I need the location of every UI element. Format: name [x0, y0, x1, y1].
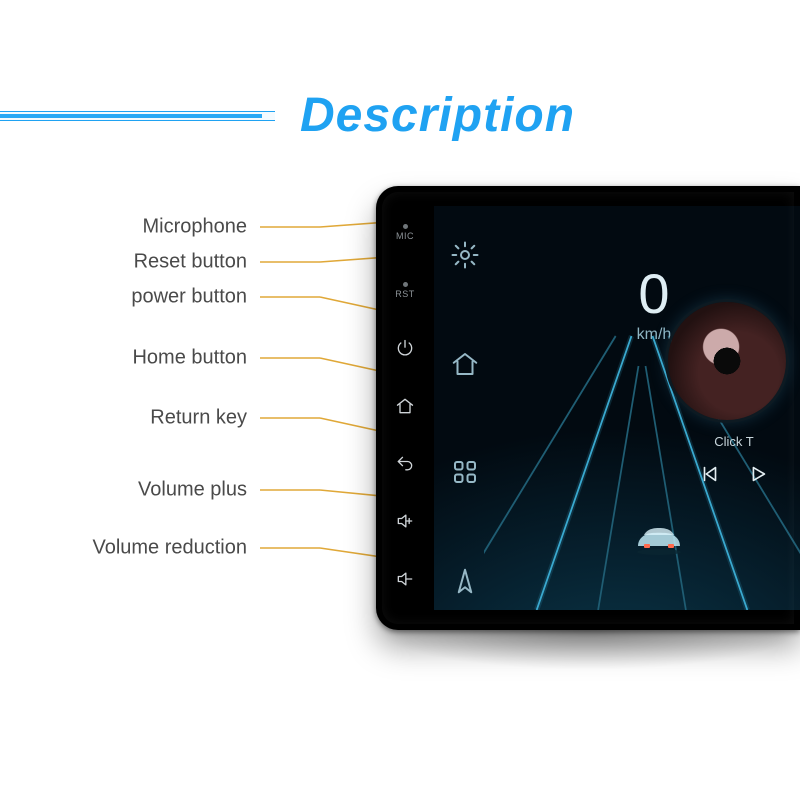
- mic-hole-icon: [403, 224, 408, 229]
- volume-minus-icon: [395, 569, 415, 589]
- soft-navigate-button[interactable]: [450, 566, 480, 596]
- gear-icon: [450, 240, 480, 270]
- home-icon: [395, 396, 415, 416]
- skip-back-icon: [699, 463, 721, 485]
- soft-home-button[interactable]: [450, 349, 480, 379]
- now-playing-caption: Click T: [668, 434, 800, 449]
- car-stereo-device: MIC RST: [376, 186, 800, 630]
- rst-caption: RST: [395, 289, 415, 299]
- prev-track-button[interactable]: [699, 463, 721, 490]
- ego-car-icon: [632, 522, 686, 556]
- hw-microphone: MIC: [396, 204, 414, 262]
- device-shadow: [376, 630, 800, 670]
- banner-title: Description: [300, 88, 575, 143]
- soft-button-rail: [442, 240, 488, 596]
- album-art[interactable]: [668, 302, 786, 420]
- banner-bar-inner: [0, 114, 262, 118]
- label-home-button: Home button: [132, 347, 247, 370]
- now-playing-card: Click T: [668, 302, 800, 490]
- label-power-button: power button: [131, 286, 247, 309]
- playback-controls: [668, 463, 800, 490]
- play-pause-button[interactable]: [747, 463, 769, 490]
- hw-power-button[interactable]: [395, 319, 415, 377]
- label-volume-reduction: Volume reduction: [92, 537, 247, 560]
- hardware-button-strip: MIC RST: [376, 186, 434, 630]
- power-icon: [395, 338, 415, 358]
- mic-caption: MIC: [396, 231, 414, 241]
- hw-home-button[interactable]: [395, 377, 415, 435]
- hw-volume-down-button[interactable]: [395, 550, 415, 608]
- apps-grid-icon: [450, 457, 480, 487]
- home-outline-icon: [450, 349, 480, 379]
- label-volume-plus: Volume plus: [138, 479, 247, 502]
- hw-volume-up-button[interactable]: [395, 493, 415, 551]
- device-screen[interactable]: 0 km/h Click T: [434, 206, 800, 610]
- reset-hole-icon: [403, 282, 408, 287]
- label-microphone: Microphone: [142, 216, 247, 239]
- volume-plus-icon: [395, 511, 415, 531]
- hw-return-button[interactable]: [395, 435, 415, 493]
- description-banner: Description: [0, 88, 800, 144]
- soft-apps-button[interactable]: [450, 457, 480, 487]
- hw-reset: RST: [395, 262, 415, 320]
- label-reset-button: Reset button: [134, 251, 247, 274]
- compass-icon: [450, 566, 480, 596]
- play-icon: [747, 463, 769, 485]
- label-return-key: Return key: [150, 407, 247, 430]
- return-icon: [395, 454, 415, 474]
- soft-settings-button[interactable]: [450, 240, 480, 270]
